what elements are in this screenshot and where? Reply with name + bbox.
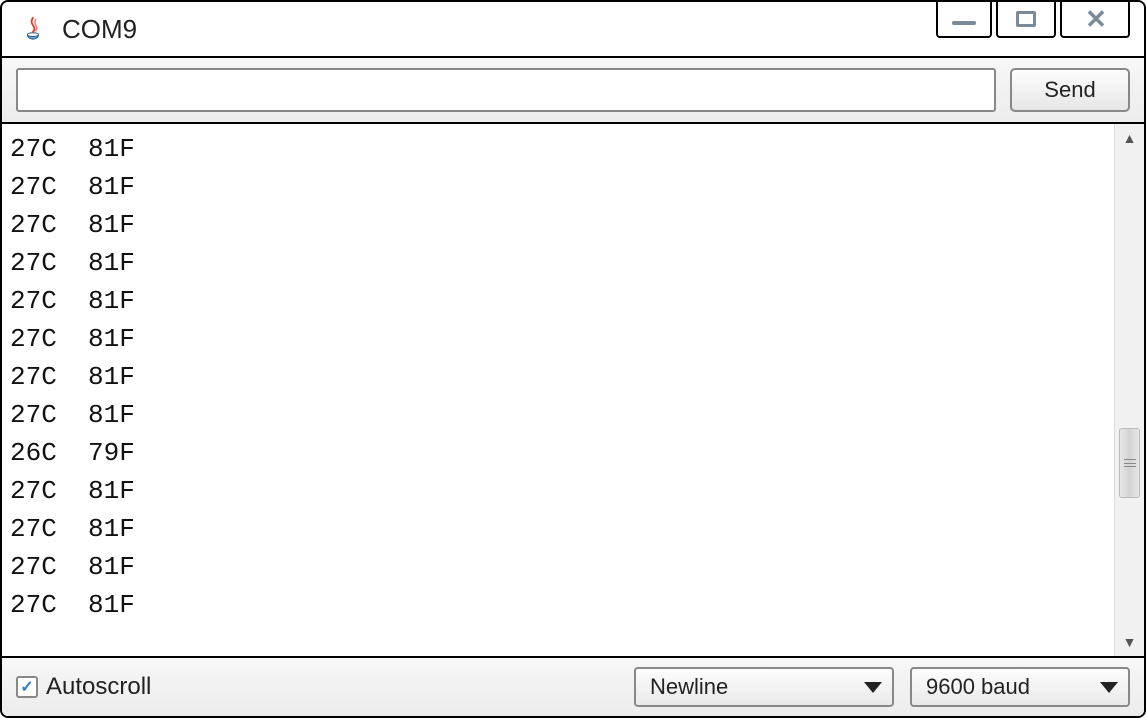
status-bar: ✓ Autoscroll Newline 9600 baud (2, 658, 1144, 716)
chevron-down-icon (1100, 682, 1118, 693)
baud-dropdown[interactable]: 9600 baud (910, 667, 1130, 707)
autoscroll-option[interactable]: ✓ Autoscroll (16, 673, 151, 701)
serial-input[interactable] (16, 68, 996, 112)
scrollbar[interactable]: ▲ ▼ (1114, 124, 1144, 656)
minimize-button[interactable] (936, 2, 992, 38)
maximize-button[interactable] (996, 2, 1056, 38)
window-controls: ✕ (936, 2, 1140, 56)
scroll-up-button[interactable]: ▲ (1116, 124, 1144, 152)
scroll-track[interactable] (1115, 152, 1144, 628)
output-area: 27C 81F 27C 81F 27C 81F 27C 81F 27C 81F … (2, 124, 1144, 658)
send-row: Send (2, 58, 1144, 124)
titlebar: COM9 ✕ (2, 2, 1144, 58)
baud-value: 9600 baud (926, 674, 1030, 700)
send-button[interactable]: Send (1010, 68, 1130, 112)
java-icon (16, 12, 50, 46)
close-button[interactable]: ✕ (1060, 2, 1130, 38)
serial-output: 27C 81F 27C 81F 27C 81F 27C 81F 27C 81F … (2, 124, 1114, 656)
serial-monitor-window: COM9 ✕ Send 27C 81F 27C 81F 27C 81F 27C … (0, 0, 1146, 718)
scroll-thumb[interactable] (1119, 428, 1140, 498)
autoscroll-label: Autoscroll (46, 673, 151, 701)
line-ending-dropdown[interactable]: Newline (634, 667, 894, 707)
line-ending-value: Newline (650, 674, 728, 700)
scroll-down-button[interactable]: ▼ (1116, 628, 1144, 656)
window-title: COM9 (62, 14, 137, 45)
autoscroll-checkbox[interactable]: ✓ (16, 676, 38, 698)
chevron-down-icon (864, 682, 882, 693)
